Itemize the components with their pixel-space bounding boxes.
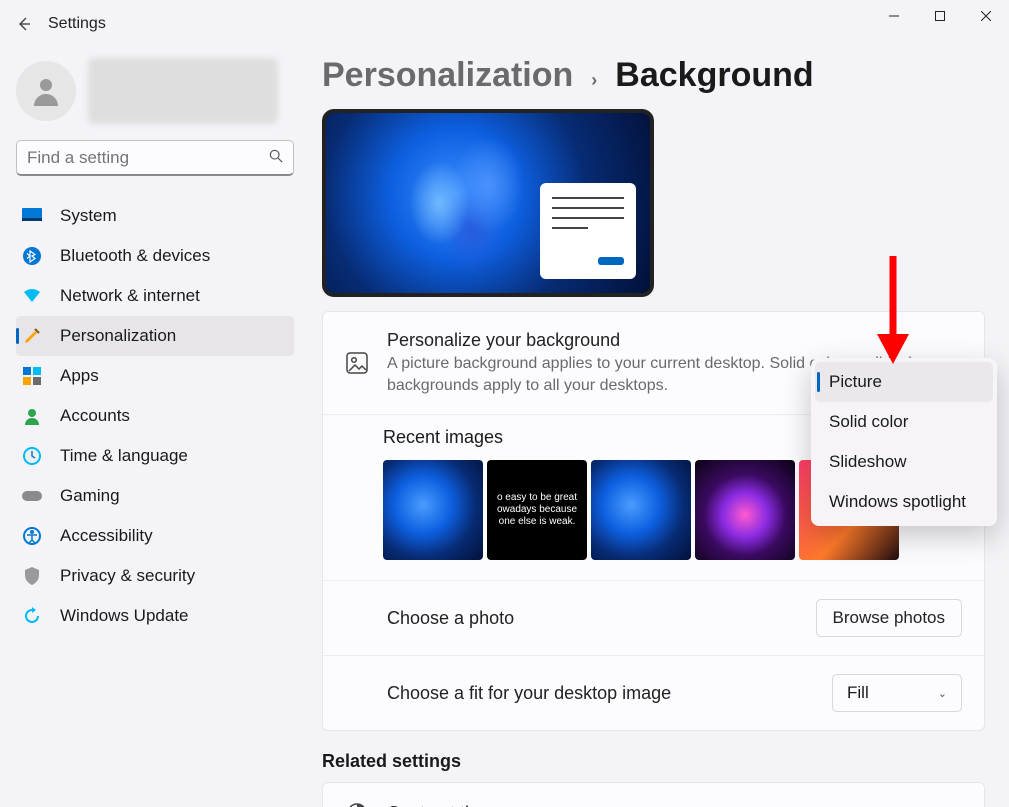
minimize-button[interactable] bbox=[871, 0, 917, 32]
page-title: Background bbox=[615, 56, 813, 95]
sidebar-item-label: Network & internet bbox=[60, 286, 200, 306]
sidebar-item-accounts[interactable]: Accounts bbox=[16, 396, 294, 436]
choose-fit-label: Choose a fit for your desktop image bbox=[387, 683, 814, 704]
user-name-redacted bbox=[88, 58, 278, 124]
search-icon bbox=[269, 149, 283, 166]
recent-thumb-1[interactable] bbox=[383, 460, 483, 560]
sidebar-item-privacy[interactable]: Privacy & security bbox=[16, 556, 294, 596]
sidebar-item-update[interactable]: Windows Update bbox=[16, 596, 294, 636]
dropdown-option-solid-color[interactable]: Solid color bbox=[815, 402, 993, 442]
chevron-down-icon: ⌄ bbox=[938, 687, 947, 700]
dropdown-option-slideshow[interactable]: Slideshow bbox=[815, 442, 993, 482]
sidebar-item-apps[interactable]: Apps bbox=[16, 356, 294, 396]
minimize-icon bbox=[889, 11, 899, 21]
paintbrush-icon bbox=[20, 324, 44, 348]
sidebar-item-label: Bluetooth & devices bbox=[60, 246, 210, 266]
related-settings-heading: Related settings bbox=[322, 751, 985, 772]
recent-thumb-4[interactable] bbox=[695, 460, 795, 560]
fit-select[interactable]: Fill ⌄ bbox=[832, 674, 962, 712]
nav-list: System Bluetooth & devices Network & int… bbox=[16, 196, 300, 636]
sidebar-item-label: Apps bbox=[60, 366, 99, 386]
sidebar-item-label: System bbox=[60, 206, 117, 226]
preview-window-card bbox=[540, 183, 636, 279]
desktop-preview bbox=[322, 109, 654, 297]
breadcrumb: Personalization › Background bbox=[322, 56, 985, 95]
sidebar-item-label: Gaming bbox=[60, 486, 120, 506]
search-box[interactable] bbox=[16, 140, 294, 176]
person-small-icon bbox=[20, 404, 44, 428]
contrast-icon bbox=[345, 801, 369, 807]
wifi-icon bbox=[20, 284, 44, 308]
recent-thumb-3[interactable] bbox=[591, 460, 691, 560]
user-profile[interactable] bbox=[16, 56, 300, 140]
sidebar-item-network[interactable]: Network & internet bbox=[16, 276, 294, 316]
apps-icon bbox=[20, 364, 44, 388]
back-button[interactable] bbox=[0, 0, 48, 48]
sidebar-item-accessibility[interactable]: Accessibility bbox=[16, 516, 294, 556]
search-input[interactable] bbox=[27, 148, 269, 168]
sidebar-item-bluetooth[interactable]: Bluetooth & devices bbox=[16, 236, 294, 276]
browse-photos-button[interactable]: Browse photos bbox=[816, 599, 962, 637]
sidebar: System Bluetooth & devices Network & int… bbox=[0, 56, 300, 636]
sidebar-item-system[interactable]: System bbox=[16, 196, 294, 236]
clock-icon bbox=[20, 444, 44, 468]
dropdown-option-picture[interactable]: Picture bbox=[815, 362, 993, 402]
sidebar-item-label: Time & language bbox=[60, 446, 188, 466]
avatar bbox=[16, 61, 76, 121]
sidebar-item-personalization[interactable]: Personalization bbox=[16, 316, 294, 356]
accessibility-icon bbox=[20, 524, 44, 548]
picture-icon bbox=[345, 351, 369, 375]
contrast-themes-row[interactable]: Contrast themes bbox=[323, 783, 984, 807]
annotation-arrow bbox=[873, 256, 913, 366]
window-title: Settings bbox=[48, 15, 106, 33]
choose-fit-row: Choose a fit for your desktop image Fill… bbox=[323, 656, 984, 730]
sidebar-item-label: Privacy & security bbox=[60, 566, 195, 586]
person-icon bbox=[28, 73, 64, 109]
breadcrumb-parent[interactable]: Personalization bbox=[322, 56, 573, 95]
background-type-dropdown[interactable]: Picture Solid color Slideshow Windows sp… bbox=[811, 358, 997, 526]
sidebar-item-label: Accessibility bbox=[60, 526, 153, 546]
dropdown-option-spotlight[interactable]: Windows spotlight bbox=[815, 482, 993, 522]
recent-thumb-2[interactable]: o easy to be great owadays because one e… bbox=[487, 460, 587, 560]
sidebar-item-label: Accounts bbox=[60, 406, 130, 426]
window-controls bbox=[871, 0, 1009, 32]
monitor-icon bbox=[20, 204, 44, 228]
update-icon bbox=[20, 604, 44, 628]
sidebar-item-time[interactable]: Time & language bbox=[16, 436, 294, 476]
sidebar-item-label: Windows Update bbox=[60, 606, 189, 626]
maximize-icon bbox=[935, 11, 945, 21]
sidebar-item-label: Personalization bbox=[60, 326, 176, 346]
close-icon bbox=[981, 11, 991, 21]
maximize-button[interactable] bbox=[917, 0, 963, 32]
close-button[interactable] bbox=[963, 0, 1009, 32]
back-arrow-icon bbox=[16, 16, 32, 32]
titlebar: Settings bbox=[0, 0, 1009, 48]
bluetooth-icon bbox=[20, 244, 44, 268]
sidebar-item-gaming[interactable]: Gaming bbox=[16, 476, 294, 516]
related-settings-card: Contrast themes bbox=[322, 782, 985, 807]
contrast-themes-title: Contrast themes bbox=[387, 803, 962, 807]
shield-icon bbox=[20, 564, 44, 588]
fit-select-value: Fill bbox=[847, 683, 869, 703]
choose-photo-label: Choose a photo bbox=[387, 608, 798, 629]
choose-photo-row: Choose a photo Browse photos bbox=[323, 581, 984, 656]
breadcrumb-sep: › bbox=[591, 70, 597, 91]
gamepad-icon bbox=[20, 484, 44, 508]
